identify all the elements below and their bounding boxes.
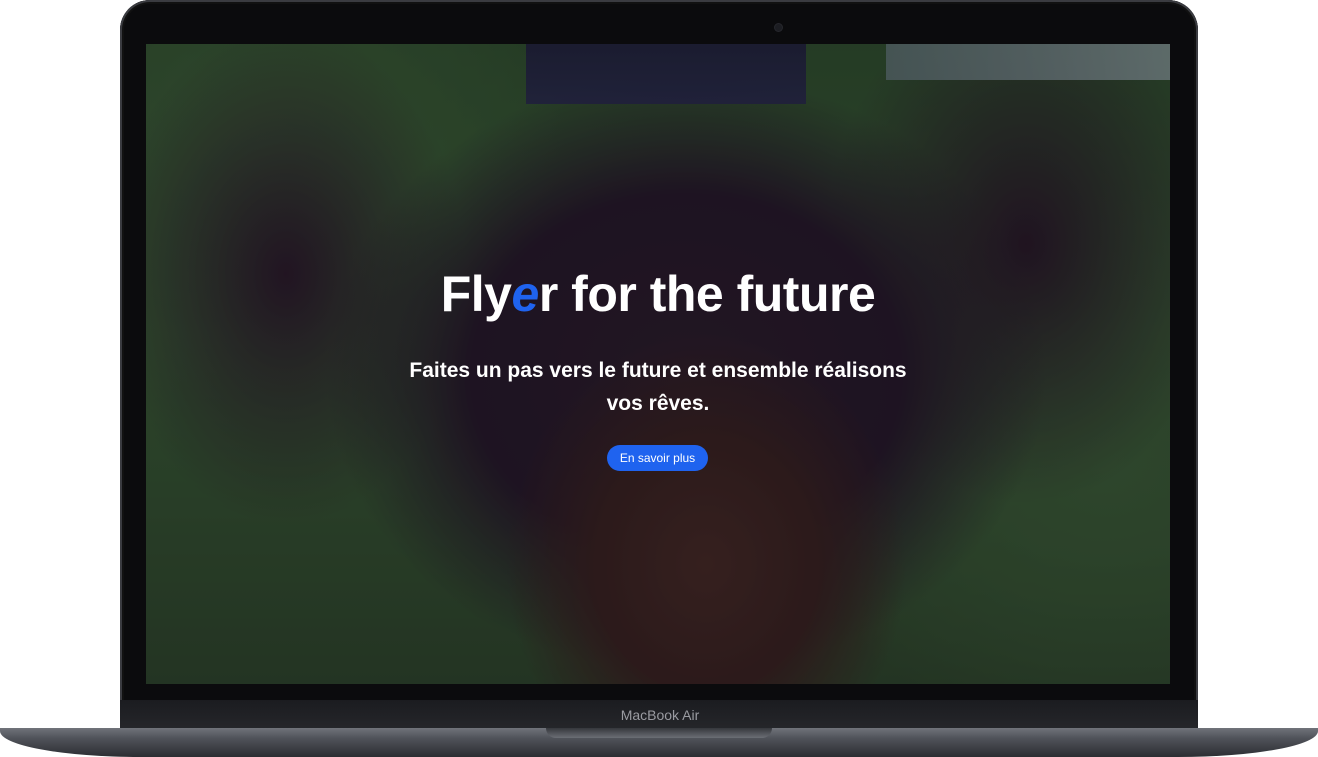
hero-subtitle: Faites un pas vers le future et ensemble… [409, 359, 907, 415]
learn-more-button[interactable]: En savoir plus [607, 445, 708, 471]
laptop-mockup: MacBook Air Flyer for the future Faites … [0, 0, 1318, 757]
hero-title: Flyer for the future [146, 262, 1170, 326]
hero-title-accent: e [511, 266, 540, 322]
hero-section: Flyer for the future Faites un pas vers … [146, 44, 1170, 684]
website-screen: Flyer for the future Faites un pas vers … [146, 44, 1170, 684]
hero-title-part2: r for the future [538, 266, 876, 322]
hero-title-part1: Fly [440, 266, 512, 322]
webcam-icon [775, 24, 782, 31]
device-label: MacBook Air [620, 707, 700, 723]
laptop-hinge-notch [546, 728, 772, 738]
